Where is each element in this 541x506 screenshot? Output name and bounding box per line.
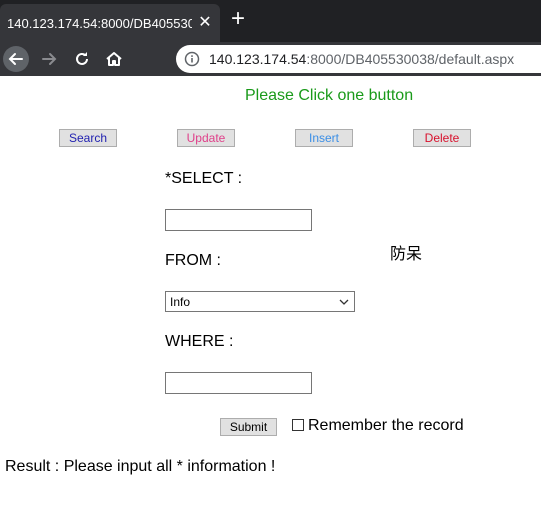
- home-icon: [106, 52, 122, 66]
- close-tab-icon[interactable]: ✕: [196, 14, 214, 32]
- url-host: 140.123.174.54: [209, 51, 307, 67]
- url-text: 140.123.174.54:8000/DB405530038/default.…: [209, 51, 514, 67]
- reload-icon: [76, 52, 88, 65]
- side-label: 防呆: [390, 244, 423, 263]
- back-icon: [8, 53, 23, 65]
- home-button[interactable]: [101, 46, 127, 72]
- update-button[interactable]: Update: [177, 129, 235, 147]
- from-select-value: Info: [170, 295, 191, 309]
- page-heading: Please Click one button: [245, 87, 414, 104]
- new-tab-icon[interactable]: +: [228, 7, 248, 31]
- reload-button[interactable]: [69, 46, 95, 72]
- where-input[interactable]: [165, 372, 312, 394]
- select-label: *SELECT :: [165, 170, 243, 187]
- active-tab[interactable]: 140.123.174.54:8000/DB405530038/default.…: [0, 4, 220, 42]
- forward-icon: [42, 53, 57, 65]
- info-icon[interactable]: [184, 51, 200, 67]
- url-path: :8000/DB405530038/default.aspx: [306, 51, 515, 67]
- back-button[interactable]: [3, 46, 29, 72]
- submit-button[interactable]: Submit: [220, 418, 277, 436]
- address-bar[interactable]: 140.123.174.54:8000/DB405530038/default.…: [176, 45, 541, 73]
- tab-title: 140.123.174.54:8000/DB405530038/default.…: [7, 16, 192, 31]
- result-text: Result : Please input all * information …: [5, 458, 276, 475]
- from-label: FROM :: [165, 252, 221, 269]
- chevron-down-icon: [339, 299, 349, 305]
- forward-button[interactable]: [36, 46, 62, 72]
- search-button[interactable]: Search: [59, 129, 117, 147]
- tab-strip: 140.123.174.54:8000/DB405530038/default.…: [0, 0, 541, 42]
- remember-label[interactable]: Remember the record: [308, 417, 464, 435]
- insert-button[interactable]: Insert: [295, 129, 353, 147]
- from-select[interactable]: Info: [165, 291, 355, 312]
- select-input[interactable]: [165, 209, 312, 231]
- where-label: WHERE :: [165, 333, 234, 350]
- delete-button[interactable]: Delete: [413, 129, 471, 147]
- remember-checkbox[interactable]: [292, 419, 304, 431]
